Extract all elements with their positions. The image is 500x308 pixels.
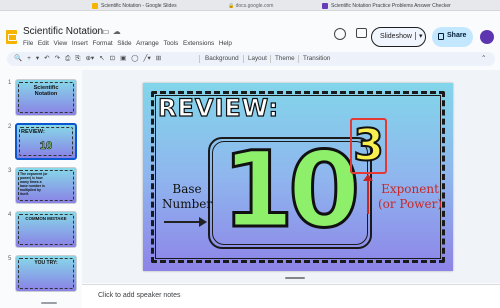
new-slide-icon[interactable]: + [27, 55, 31, 62]
url-text: docs.google.com [235, 3, 274, 9]
exponent-label-line1: Exponent [381, 182, 439, 196]
exponent-label-line2: (or Power) [377, 197, 443, 211]
thumbnail-ten: 10 [39, 140, 53, 153]
slides-logo-icon[interactable] [6, 30, 17, 44]
chevron-down-icon[interactable]: ▾ [415, 32, 423, 40]
speaker-notes-placeholder: Click to add speaker notes [98, 292, 181, 299]
slide-number: 4 [8, 212, 12, 218]
slide-thumbnail-2[interactable]: REVIEW: 10 [15, 123, 77, 160]
slide-number: 2 [8, 124, 12, 130]
base-label-line2: Number [162, 197, 213, 211]
text-box-icon[interactable]: ⊡ [110, 55, 115, 62]
menu-extensions[interactable]: Extensions [183, 40, 214, 47]
menu-arrange[interactable]: Arrange [136, 40, 159, 47]
slide-number: 1 [8, 80, 12, 86]
toolbar-icons: 🔍 + ▾ ↶ ↷ ⎙ ⎘ ⊕▾ ↖ ⊡ ▣ ◯ ╱▾ ⊞ [14, 52, 166, 66]
filmstrip-resize-handle[interactable] [41, 302, 57, 304]
theme-button[interactable]: Theme [275, 52, 295, 66]
browser-tab-slides[interactable]: Scientific Notation - Google Slides [92, 1, 222, 11]
speaker-notes[interactable]: Click to add speaker notes [82, 284, 500, 308]
undo-icon[interactable]: ↶ [44, 55, 49, 62]
base-label-line1: Base [172, 182, 202, 196]
slide-thumbnail-3[interactable]: The exponent (or power) is how many time… [15, 167, 77, 204]
slide-number: 5 [8, 256, 12, 262]
toolbar-collapse-icon[interactable]: ⌃ [481, 52, 486, 66]
menu-bar: File Edit View Insert Format Slide Arrange Tool… [23, 40, 237, 47]
slideshow-label: Slideshow [380, 33, 412, 40]
paint-format-icon[interactable]: ⎘ [75, 55, 80, 62]
base-arrow-shaft [164, 221, 204, 223]
title-actions: ☆▭☁ [92, 27, 124, 36]
line-icon[interactable]: ╱▾ [144, 55, 151, 62]
star-icon[interactable]: ☆ [92, 27, 102, 36]
slide-number: 3 [8, 168, 12, 174]
address-bar[interactable]: 🔒 docs.google.com [228, 1, 273, 11]
menu-help[interactable]: Help [219, 40, 232, 47]
layout-button[interactable]: Layout [248, 52, 267, 66]
toolbar-divider [243, 55, 244, 63]
base-number-label[interactable]: Base Number [162, 182, 212, 212]
slides-favicon-icon [92, 2, 98, 9]
redo-icon[interactable]: ↷ [55, 55, 60, 62]
toolbar-divider [298, 55, 299, 63]
tab-title: Scientific Notation - Google Slides [101, 3, 177, 9]
new-slide-chevron-icon[interactable]: ▾ [36, 55, 39, 62]
menu-insert[interactable]: Insert [72, 40, 88, 47]
comments-icon[interactable] [356, 28, 367, 38]
print-icon[interactable]: ⎙ [65, 55, 70, 62]
exponent-arrow-icon [363, 174, 373, 181]
exponent-label[interactable]: Exponent (or Power) [374, 182, 446, 212]
thumbnail-title: YOU TRY: [34, 260, 58, 266]
thumbnail-title: The exponent (or power) is how many time… [20, 172, 48, 196]
lock-icon [438, 33, 444, 40]
menu-view[interactable]: View [54, 40, 68, 47]
slide-thumbnail-5[interactable]: YOU TRY: [15, 255, 77, 292]
exponent-value[interactable]: 3 [352, 116, 385, 176]
slideshow-button[interactable]: Slideshow ▾ [371, 27, 426, 47]
image-icon[interactable]: ▣ [120, 55, 126, 62]
thumbnail-title: REVIEW: [21, 129, 45, 135]
menu-slide[interactable]: Slide [117, 40, 131, 47]
forms-favicon-icon [322, 2, 328, 9]
base-arrow-icon [199, 217, 207, 227]
slide-thumbnail-4[interactable]: COMMON MISTAKE [15, 211, 77, 248]
search-menus-icon[interactable]: 🔍 [14, 55, 22, 62]
toolbar-divider [199, 55, 200, 63]
menu-format[interactable]: Format [92, 40, 112, 47]
zoom-icon[interactable]: ⊕▾ [85, 55, 94, 62]
comment-add-icon[interactable]: ⊞ [156, 55, 161, 62]
thumbnail-title: Scientific Notation [33, 85, 59, 97]
toolbar-divider [270, 55, 271, 63]
version-history-icon[interactable] [334, 28, 346, 40]
share-label: Share [447, 32, 467, 39]
menu-edit[interactable]: Edit [38, 40, 49, 47]
browser-tab-answer-checker[interactable]: Scientific Notation Practice Problems An… [322, 1, 494, 11]
base-value[interactable]: 10 [213, 122, 363, 258]
cloud-status-icon[interactable]: ☁ [113, 27, 124, 36]
tab-title: Scientific Notation Practice Problems An… [331, 3, 451, 9]
avatar[interactable] [480, 30, 494, 44]
exponent-arrow-shaft [367, 178, 369, 214]
slide-heading[interactable]: REVIEW: [157, 93, 279, 122]
thumbnail-title: COMMON MISTAKE [25, 216, 67, 221]
canvas-scrollbar[interactable] [285, 277, 305, 279]
select-icon[interactable]: ↖ [99, 55, 104, 62]
menu-file[interactable]: File [23, 40, 33, 47]
background-button[interactable]: Background [205, 52, 239, 66]
transition-button[interactable]: Transition [303, 52, 330, 66]
move-folder-icon[interactable]: ▭ [102, 27, 113, 36]
share-button[interactable]: Share [432, 27, 473, 47]
menu-tools[interactable]: Tools [163, 40, 178, 47]
slide-thumbnail-1[interactable]: Scientific Notation [15, 79, 77, 116]
shape-icon[interactable]: ◯ [131, 55, 138, 62]
